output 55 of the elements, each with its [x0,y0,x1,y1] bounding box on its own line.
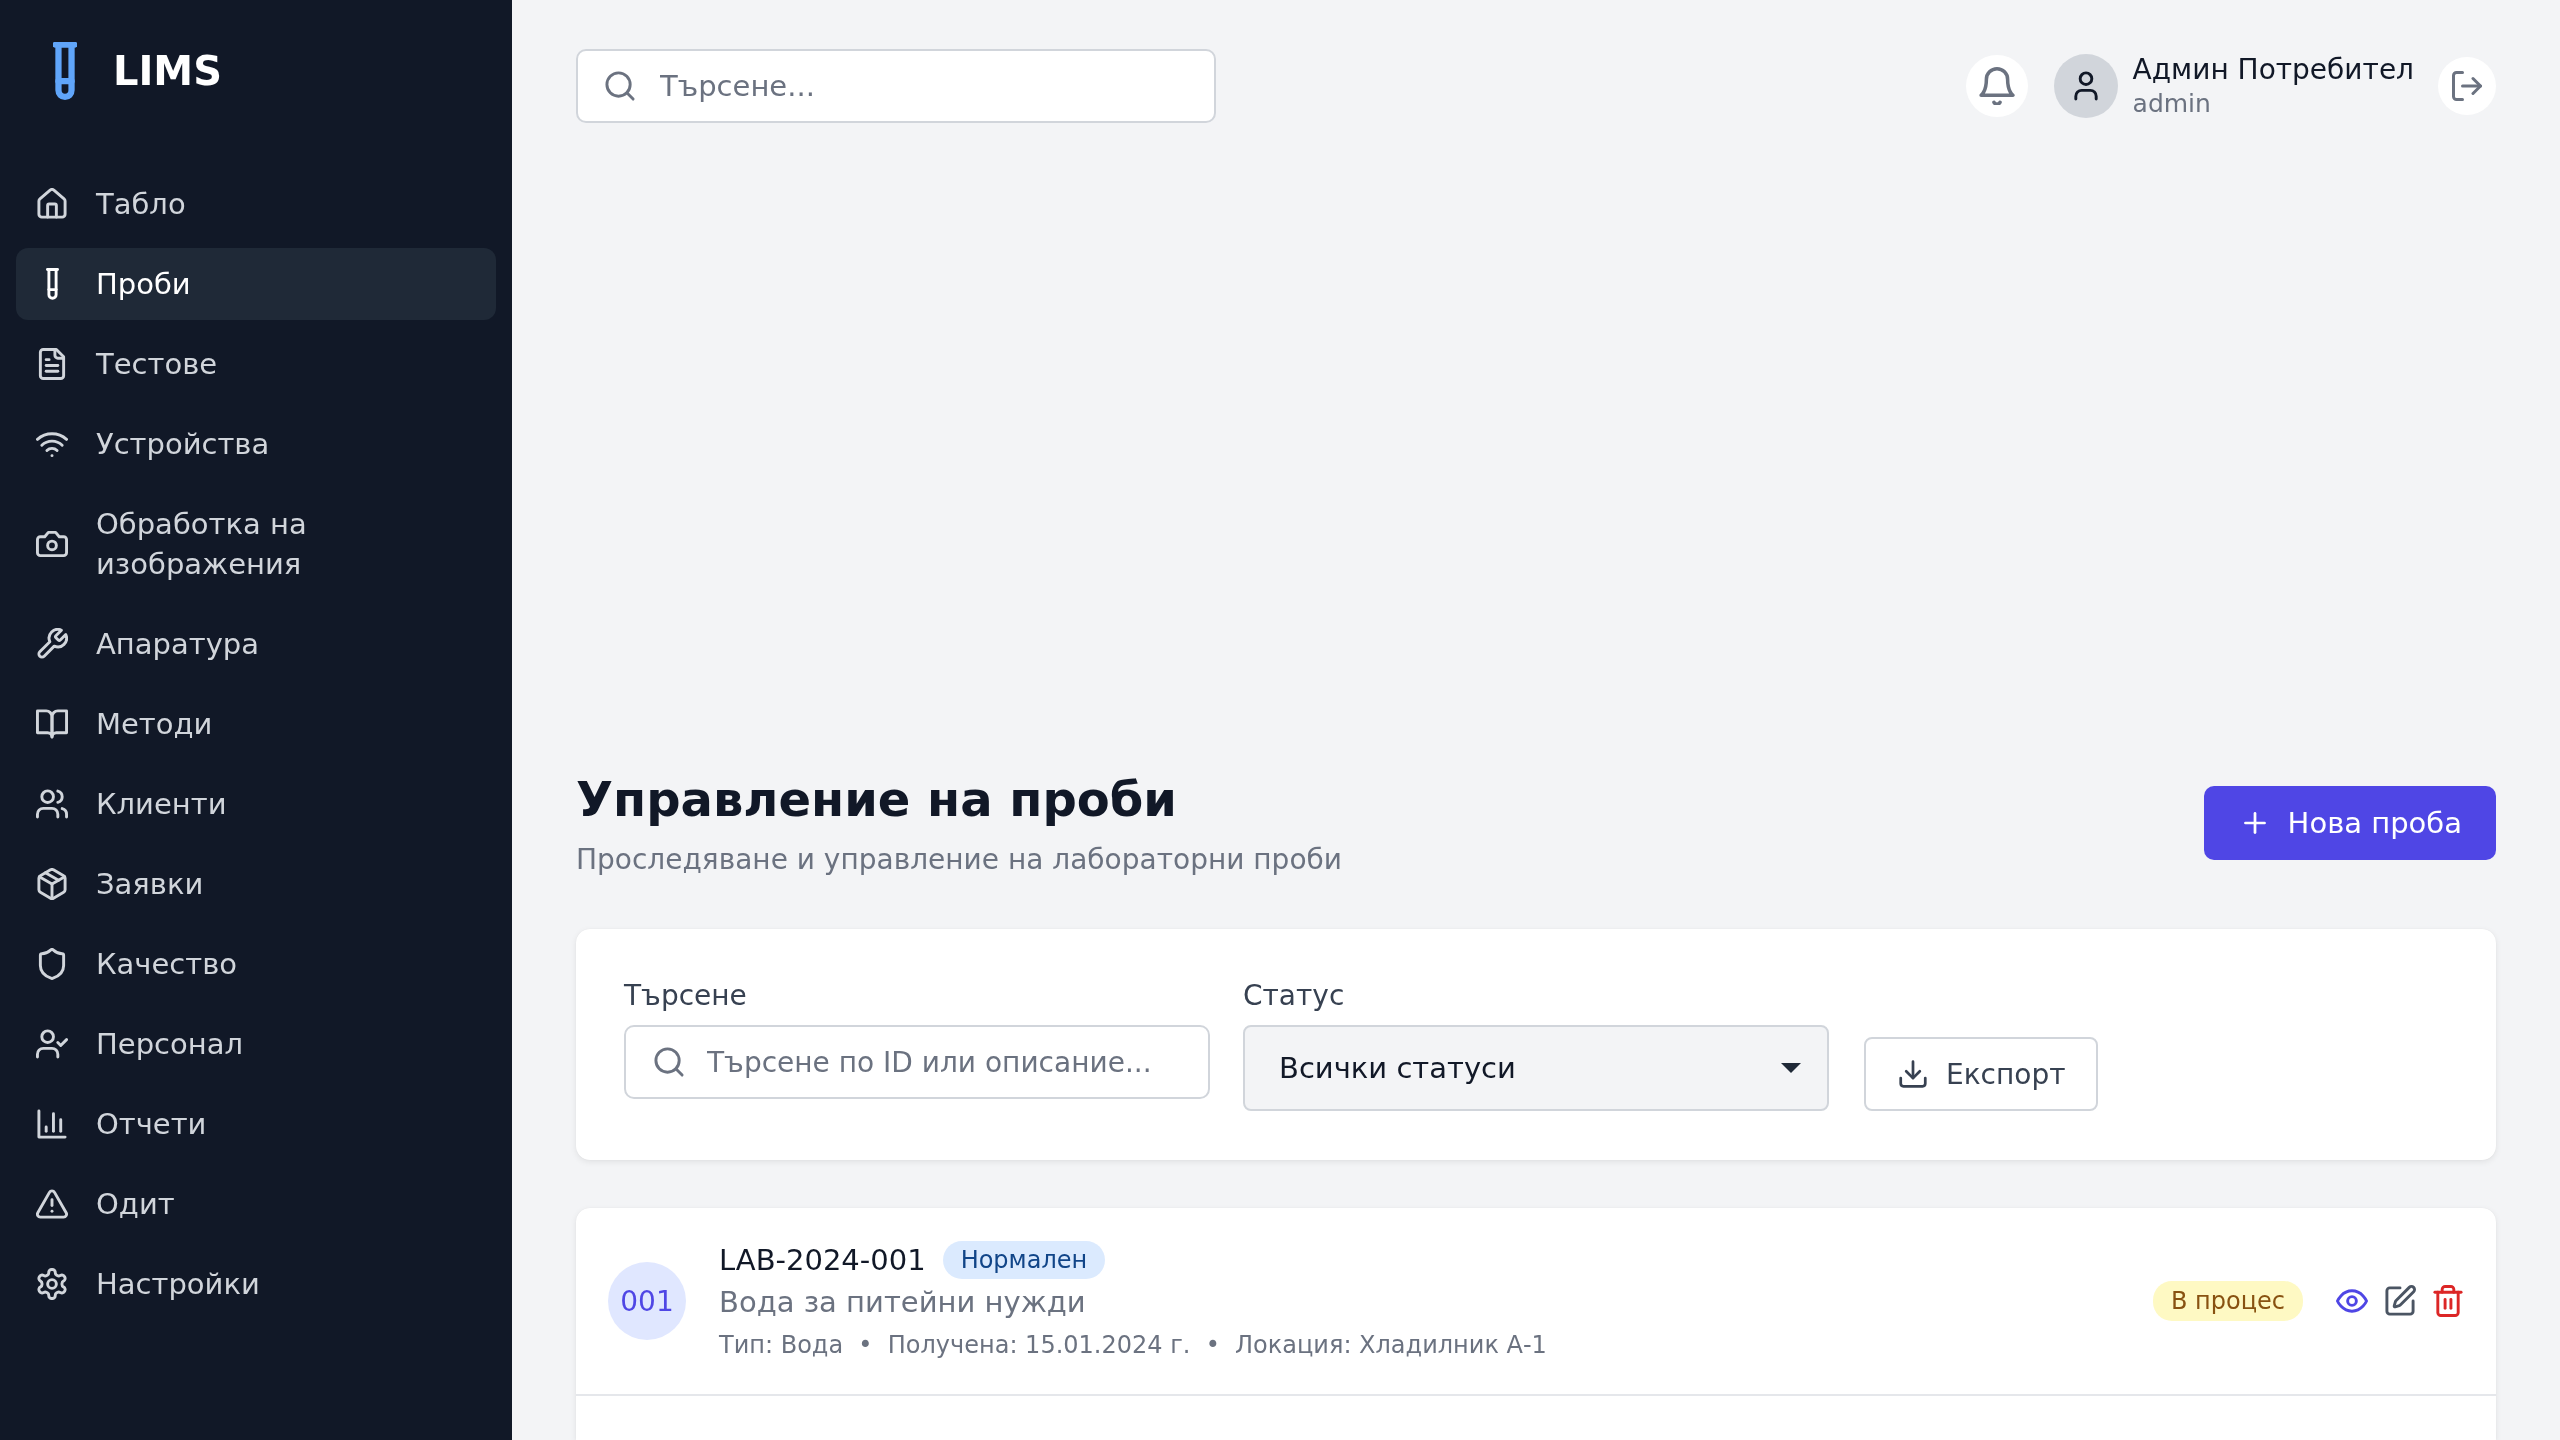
sample-number: 001 [608,1262,686,1340]
sidebar-item[interactable]: Заявки [16,848,496,920]
sidebar-item[interactable]: Устройства [16,408,496,480]
shield-icon [36,948,68,980]
person-check-icon [36,1028,68,1060]
sidebar-item[interactable]: Клиенти [16,768,496,840]
status-select[interactable]: Всички статуси [1243,1025,1829,1111]
camera-icon [36,528,68,560]
bar-chart-icon [36,1108,68,1140]
page-subtitle: Проследяване и управление на лабораторни проби [576,842,1342,878]
sidebar-item[interactable]: Качество [16,928,496,1000]
wrench-icon [36,628,68,660]
sidebar-item[interactable]: Проби [16,248,496,320]
sample-id: LAB-2024-001 [719,1242,926,1279]
sidebar-item[interactable]: Табло [16,168,496,240]
search-field[interactable]: Търсене... [576,49,1216,123]
home-icon [36,188,68,220]
download-icon [1898,1059,1928,1089]
app-logo-text: LIMS [113,47,222,96]
user-name: Админ Потребител [2132,52,2414,88]
priority-badge: Нормален [942,1241,1106,1279]
test-tube-icon [45,268,59,300]
sidebar-item[interactable]: Отчети [16,1088,496,1160]
sidebar-item[interactable]: Тестове [16,328,496,400]
people-icon [36,788,68,820]
sidebar-item[interactable]: Персонал [16,1008,496,1080]
page-title: Управление на проби [576,770,1177,829]
sidebar-item[interactable]: Настройки [16,1248,496,1320]
warning-icon [36,1188,68,1220]
field-label: Статус [1243,978,1345,1014]
status-badge: В процес [2153,1281,2303,1321]
field-label: Търсене [624,978,747,1014]
test-tube-icon [53,42,77,100]
pencil-icon[interactable] [2384,1285,2416,1317]
sidebar-item[interactable]: Методи [16,688,496,760]
box-icon [36,868,68,900]
new-sample-button[interactable]: Нова проба [2203,785,2496,860]
sample-description: Вода за питейни нужди [719,1284,1086,1321]
search-field[interactable]: Търсене по ID или описание... [624,1025,1210,1099]
logout-icon [2452,71,2482,101]
sidebar-item[interactable]: Обработка на изображения [16,488,496,600]
bell-icon [1978,67,2015,105]
search-icon [604,70,636,102]
search-icon [653,1046,685,1078]
caret-icon [1781,1063,1801,1073]
book-icon [36,708,68,740]
eye-icon[interactable] [2336,1289,2368,1313]
sample-details: Тип: Вода • Получена: 15.01.2024 г. • Локация: Хладилник А-1 [719,1330,1547,1361]
export-button[interactable]: Експорт [1864,1037,2098,1111]
trash-icon[interactable] [2432,1285,2464,1317]
settings-icon [36,1268,68,1300]
user-login: admin [2132,88,2212,120]
document-icon [36,348,68,380]
sidebar-item[interactable]: Одит [16,1168,496,1240]
sidebar-item[interactable]: Апаратура [16,608,496,680]
